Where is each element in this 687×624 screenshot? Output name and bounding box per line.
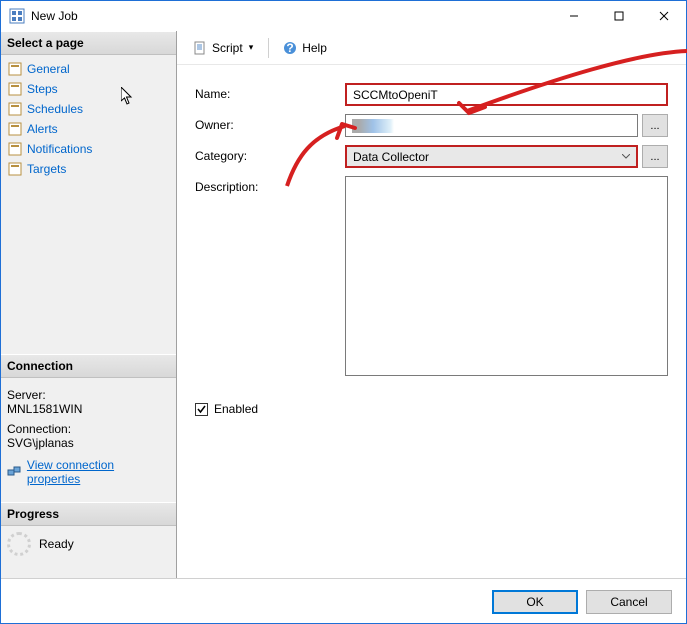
select-page-header: Select a page [1,31,176,55]
script-icon [192,40,208,56]
owner-label: Owner: [195,114,345,132]
sidebar-item-label: Alerts [27,122,58,136]
titlebar: New Job [1,1,686,31]
sidebar: Select a page General Steps Schedules Al… [1,31,177,578]
help-icon: ? [282,40,298,56]
owner-browse-button[interactable]: ... [642,114,668,137]
connection-icon [7,464,23,480]
category-browse-button[interactable]: ... [642,145,668,168]
form: Name: Owner: ... Category: Data Collecto… [177,65,686,384]
close-button[interactable] [641,1,686,31]
page-icon [7,121,23,137]
sidebar-item-targets[interactable]: Targets [1,159,176,179]
view-connection-label: View connection properties [27,458,170,486]
cancel-button[interactable]: Cancel [586,590,672,614]
connection-label: Connection: [7,422,170,436]
ok-button[interactable]: OK [492,590,578,614]
window-title: New Job [31,9,551,23]
script-button[interactable]: Script ▾ [185,36,262,60]
owner-input[interactable] [345,114,638,137]
footer: OK Cancel [1,578,686,624]
toolbar: Script ▾ ? Help [177,31,686,65]
app-icon [9,8,25,24]
category-label: Category: [195,145,345,163]
name-label: Name: [195,83,345,101]
name-input[interactable] [345,83,668,106]
progress-header: Progress [1,502,176,526]
page-icon [7,161,23,177]
page-icon [7,141,23,157]
sidebar-item-steps[interactable]: Steps [1,79,176,99]
connection-header: Connection [1,354,176,378]
view-connection-link[interactable]: View connection properties [7,458,170,486]
server-value: MNL1581WIN [7,402,170,416]
sidebar-item-label: Steps [27,82,58,96]
category-value: Data Collector [353,150,429,164]
category-combo[interactable]: Data Collector [345,145,638,168]
redacted-owner [352,119,422,133]
sidebar-item-label: Notifications [27,142,92,156]
sidebar-item-label: General [27,62,70,76]
script-label: Script [212,41,243,55]
toolbar-separator [268,38,269,58]
description-label: Description: [195,176,345,194]
enabled-checkbox[interactable] [195,403,208,416]
help-button[interactable]: ? Help [275,36,334,60]
progress-status-row: Ready [1,526,176,562]
minimize-button[interactable] [551,1,596,31]
sidebar-item-notifications[interactable]: Notifications [1,139,176,159]
description-textarea[interactable] [345,176,668,376]
maximize-button[interactable] [596,1,641,31]
connection-value: SVG\jplanas [7,436,170,450]
chevron-down-icon: ▾ [247,42,256,53]
help-label: Help [302,41,327,55]
server-label: Server: [7,388,170,402]
sidebar-item-label: Targets [27,162,66,176]
sidebar-item-label: Schedules [27,102,83,116]
progress-status: Ready [39,537,74,551]
connection-info: Server: MNL1581WIN Connection: SVG\jplan… [1,378,176,490]
enabled-label: Enabled [214,402,258,416]
sidebar-item-alerts[interactable]: Alerts [1,119,176,139]
page-icon [7,81,23,97]
page-icon [7,101,23,117]
main-panel: Script ▾ ? Help Name: Owner: ... [177,31,686,578]
sidebar-item-schedules[interactable]: Schedules [1,99,176,119]
progress-spinner-icon [7,532,31,556]
page-list: General Steps Schedules Alerts Notificat… [1,55,176,183]
check-icon [196,404,207,415]
page-icon [7,61,23,77]
svg-text:?: ? [287,41,294,55]
chevron-down-icon [616,147,636,166]
sidebar-item-general[interactable]: General [1,59,176,79]
